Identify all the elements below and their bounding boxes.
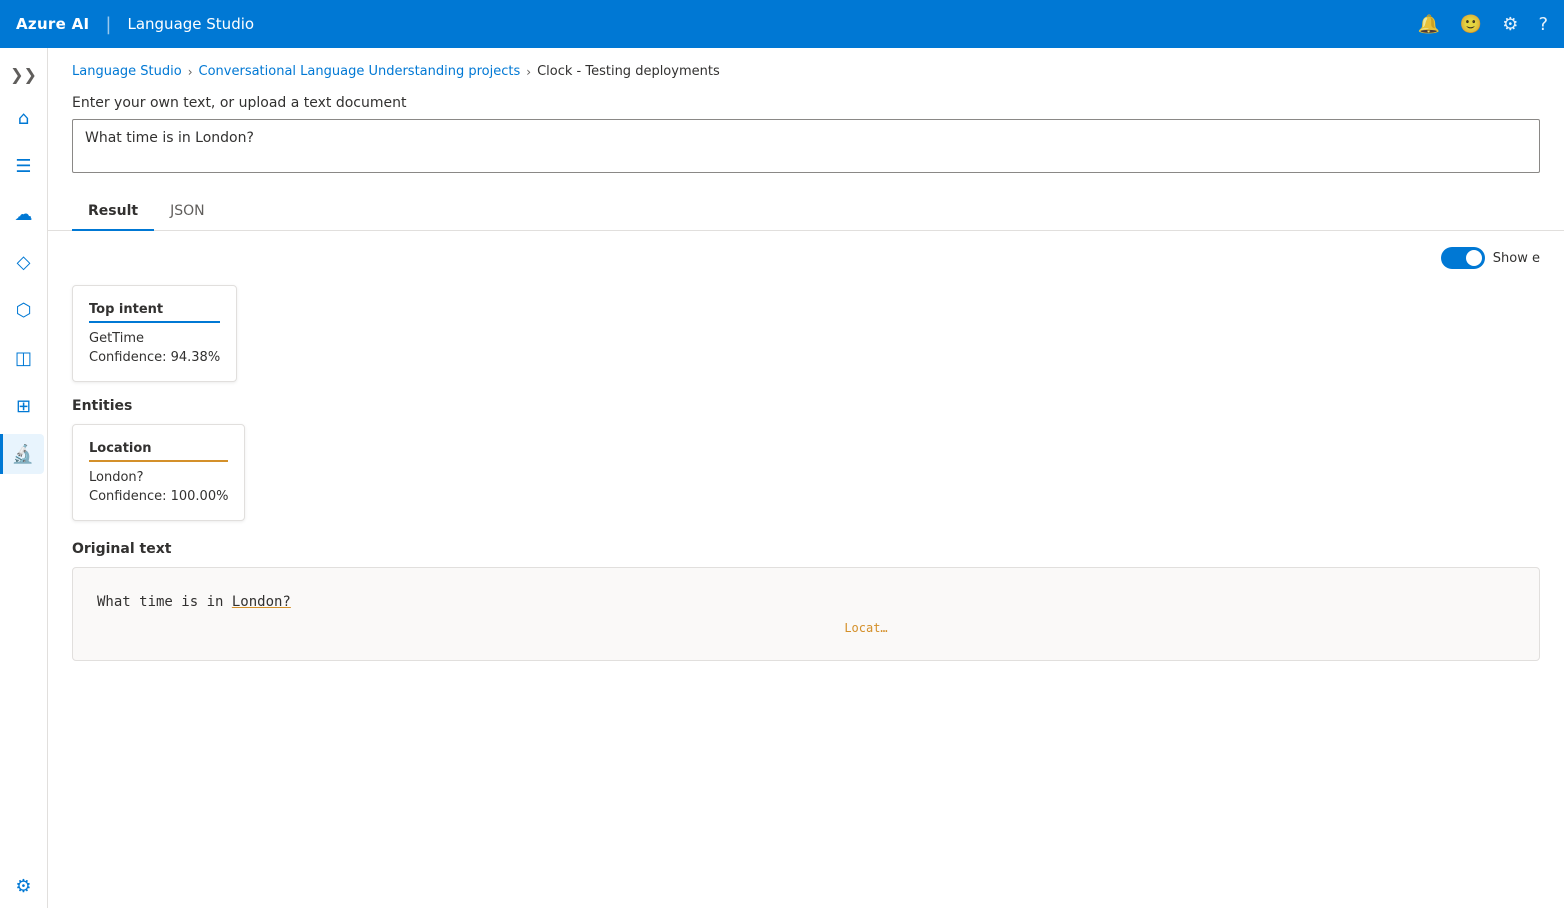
input-label: Enter your own text, or upload a text do…	[72, 95, 1540, 111]
sidebar-item-cloud[interactable]: ☁	[4, 194, 44, 234]
top-intent-card: Top intent GetTime Confidence: 94.38%	[72, 285, 237, 382]
location-entity-value: London?	[89, 470, 228, 485]
app-name: Language Studio	[127, 15, 254, 33]
lab-icon: 🔬	[12, 444, 34, 465]
help-icon[interactable]: ?	[1538, 14, 1548, 35]
show-entities-toggle[interactable]	[1441, 247, 1485, 269]
settings-icon[interactable]: ⚙	[1502, 14, 1518, 35]
nav-icons: 🔔 🙂 ⚙ ?	[1417, 14, 1548, 35]
breadcrumb-current: Clock - Testing deployments	[537, 64, 720, 79]
location-entity-card: Location London? Confidence: 100.00%	[72, 424, 245, 521]
sidebar-item-hexagon[interactable]: ⬡	[4, 290, 44, 330]
top-intent-title: Top intent	[89, 302, 220, 323]
sidebar-item-list[interactable]: ☰	[4, 146, 44, 186]
top-intent-value: GetTime	[89, 331, 220, 346]
breadcrumb: Language Studio › Conversational Languag…	[48, 48, 1564, 87]
sidebar-item-toggle[interactable]: ❯❯	[4, 56, 44, 92]
sidebar-item-settings[interactable]: ⚙	[4, 866, 44, 906]
sidebar-item-shapes[interactable]: ◇	[4, 242, 44, 282]
input-section: Enter your own text, or upload a text do…	[48, 87, 1564, 193]
sidebar-item-lab[interactable]: 🔬	[0, 434, 44, 474]
toggle-row: Show e	[72, 247, 1540, 269]
top-intent-confidence: Confidence: 94.38%	[89, 350, 220, 365]
original-text-title: Original text	[72, 541, 1540, 557]
shapes-icon: ◇	[17, 252, 31, 273]
bell-icon[interactable]: 🔔	[1417, 14, 1439, 35]
original-text-content: What time is in London? Locat…	[97, 588, 1515, 640]
breadcrumb-language-studio[interactable]: Language Studio	[72, 64, 182, 79]
location-entity-title: Location	[89, 441, 228, 462]
sidebar-item-box[interactable]: ◫	[4, 338, 44, 378]
sidebar-item-grid[interactable]: ⊞	[4, 386, 44, 426]
top-navigation: Azure AI | Language Studio 🔔 🙂 ⚙ ?	[0, 0, 1564, 48]
gear-icon: ⚙	[15, 876, 31, 897]
breadcrumb-clu-projects[interactable]: Conversational Language Understanding pr…	[199, 64, 521, 79]
smiley-icon[interactable]: 🙂	[1460, 14, 1482, 35]
text-input[interactable]: What time is in London?	[72, 119, 1540, 173]
breadcrumb-separator-2: ›	[526, 65, 531, 79]
toggle-label: Show e	[1493, 251, 1540, 266]
location-entity-confidence: Confidence: 100.00%	[89, 489, 228, 504]
tabs-section: Result JSON	[48, 193, 1564, 231]
original-text-box: What time is in London? Locat…	[72, 567, 1540, 661]
original-text-highlighted: London?	[232, 594, 291, 610]
toggle-knob	[1466, 250, 1482, 266]
tab-result[interactable]: Result	[72, 193, 154, 231]
chevron-right-icon: ❯❯	[10, 65, 37, 84]
entity-label-location: Locat…	[217, 616, 1515, 640]
grid-icon: ⊞	[16, 396, 31, 417]
home-icon: ⌂	[18, 108, 29, 129]
brand-name: Azure AI	[16, 15, 89, 33]
hexagon-icon: ⬡	[16, 300, 32, 321]
nav-divider: |	[105, 14, 111, 35]
results-panel: Show e Top intent GetTime Confidence: 94…	[48, 231, 1564, 908]
content-area: Language Studio › Conversational Languag…	[48, 48, 1564, 908]
list-icon: ☰	[15, 156, 31, 177]
box-icon: ◫	[15, 348, 32, 369]
sidebar-item-home[interactable]: ⌂	[4, 98, 44, 138]
breadcrumb-separator-1: ›	[188, 65, 193, 79]
original-text-section: Original text What time is in London? Lo…	[72, 541, 1540, 661]
entities-section-title: Entities	[72, 398, 1540, 414]
tab-json[interactable]: JSON	[154, 193, 221, 231]
original-text-prefix: What time is in	[97, 594, 232, 610]
sidebar: ❯❯ ⌂ ☰ ☁ ◇ ⬡ ◫ ⊞ 🔬 ⚙	[0, 48, 48, 908]
cloud-icon: ☁	[15, 204, 33, 225]
tabs: Result JSON	[72, 193, 1540, 230]
